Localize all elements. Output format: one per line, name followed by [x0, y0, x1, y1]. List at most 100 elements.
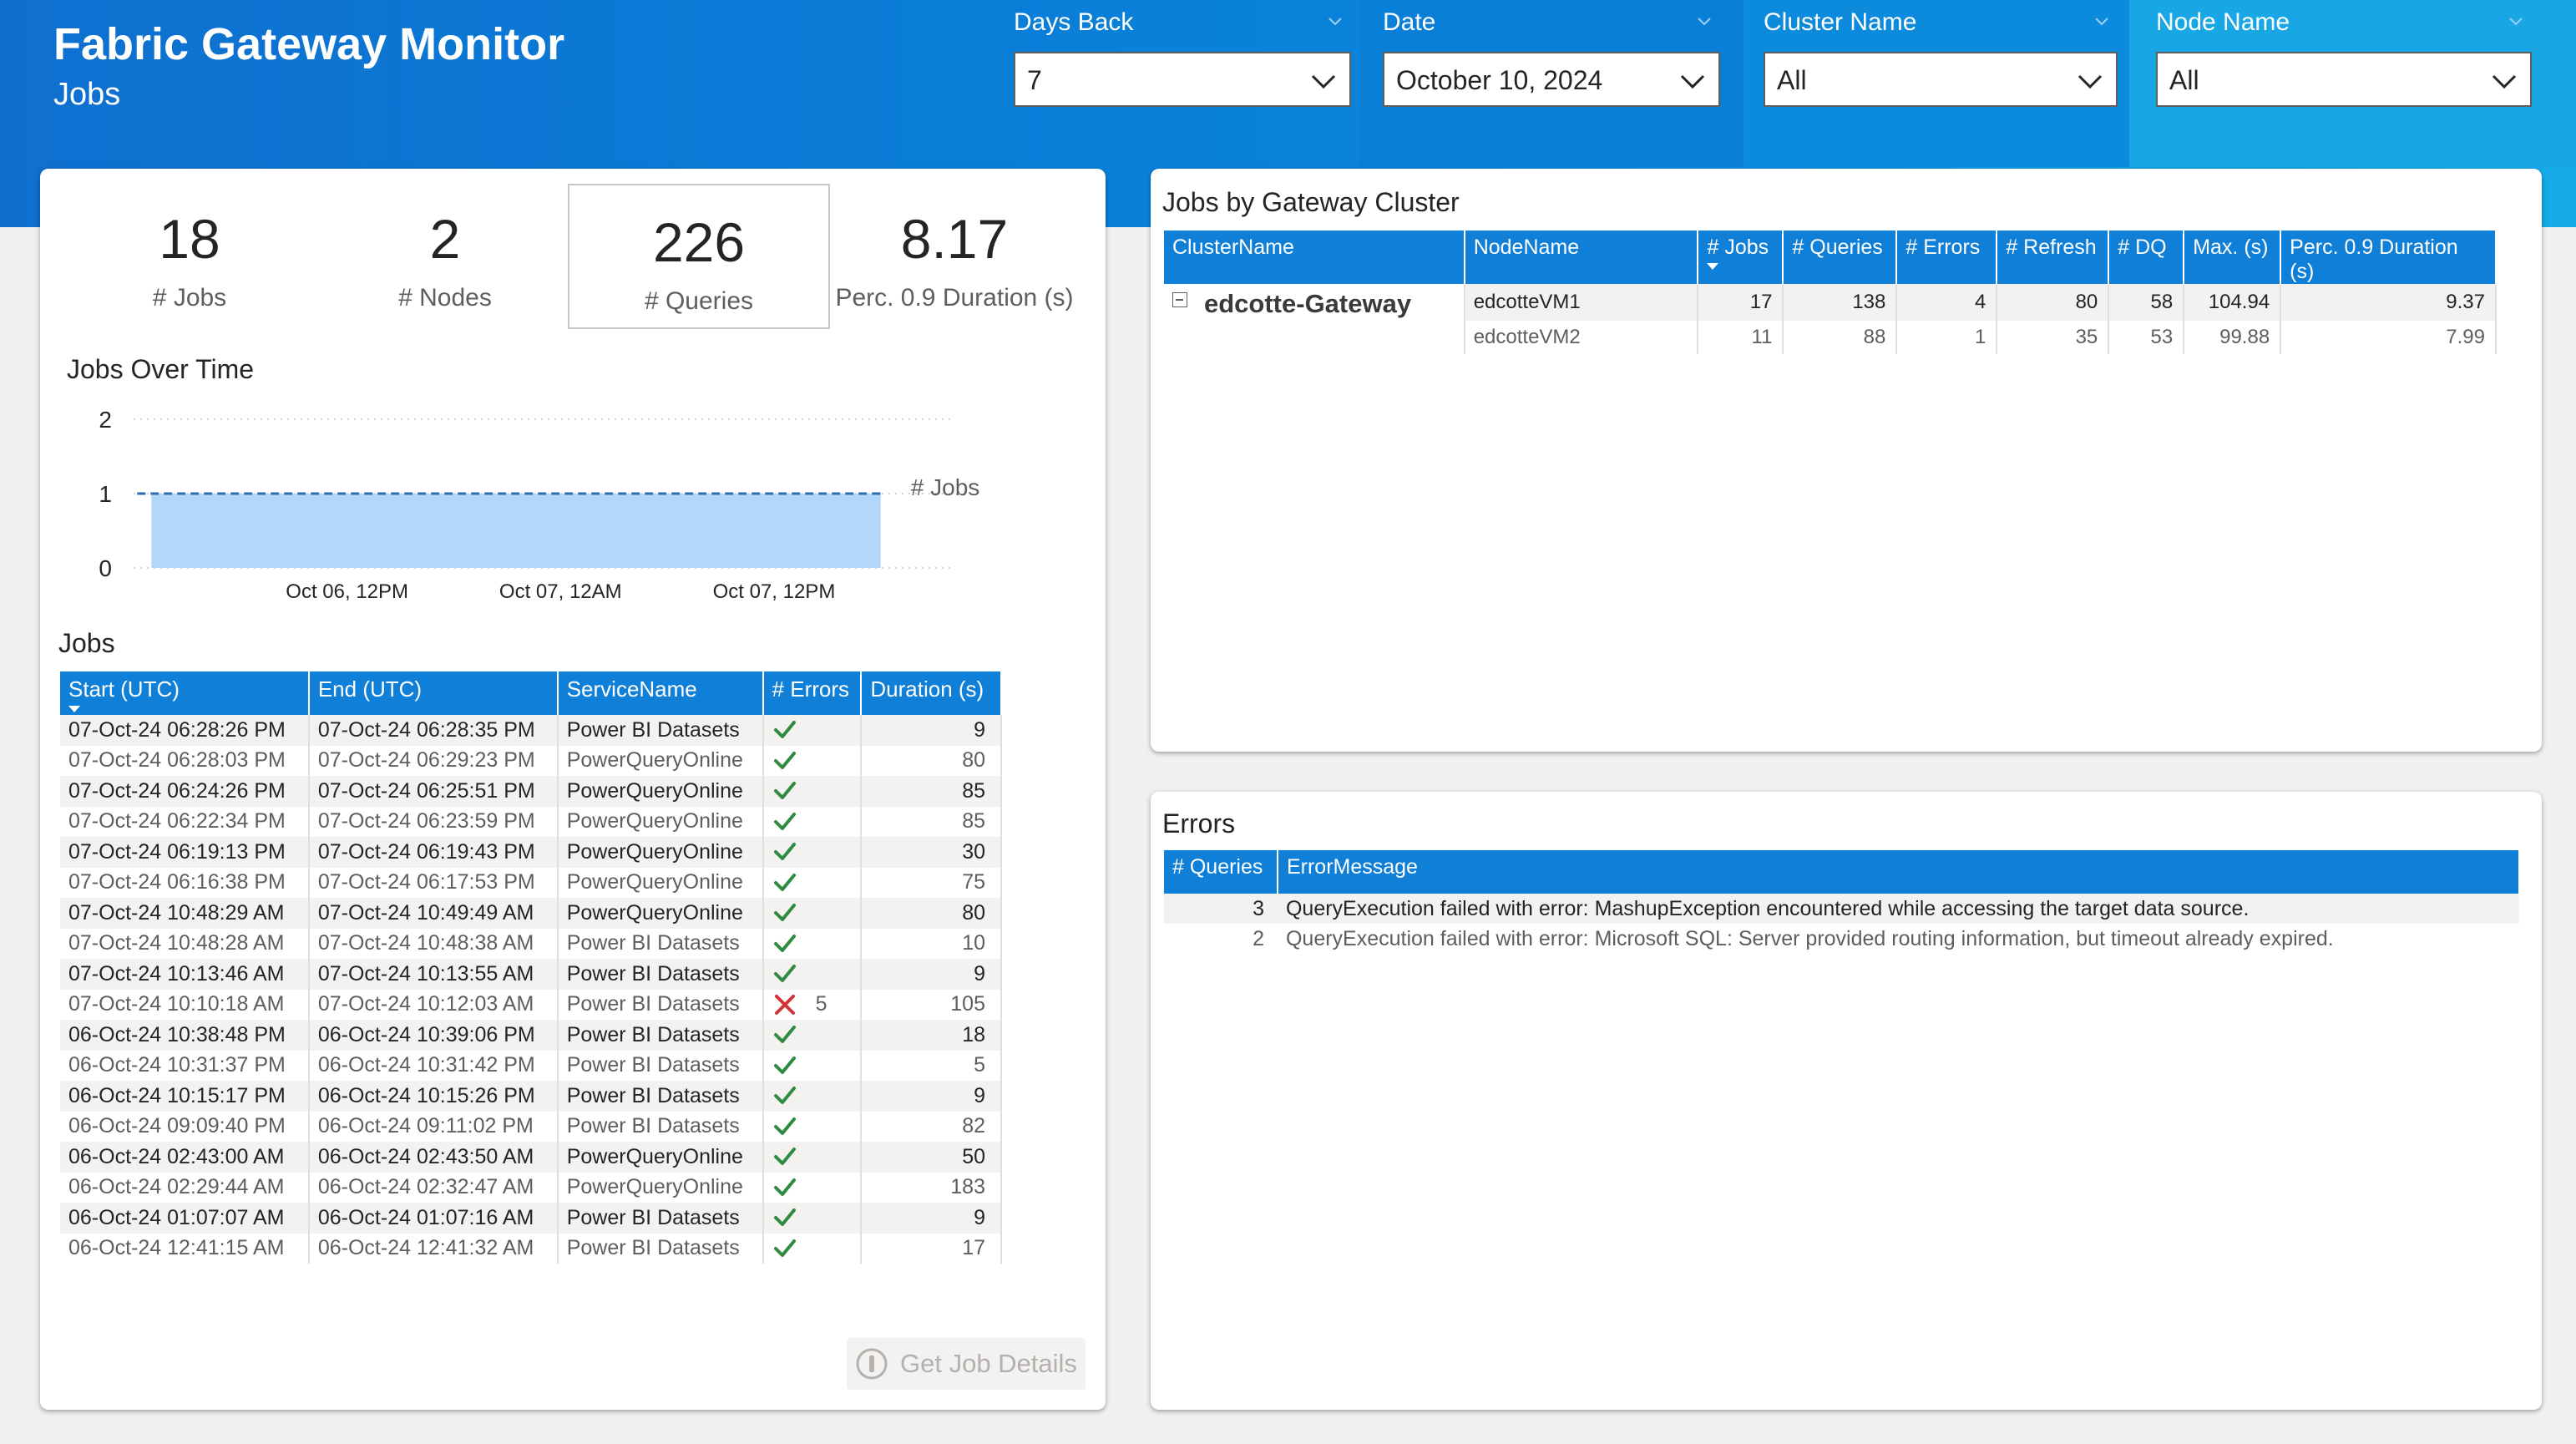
kpi-value: 2 — [429, 208, 461, 270]
kpi-queries[interactable]: 226 # Queries — [568, 184, 830, 329]
errors-cell — [762, 1172, 863, 1203]
errors-table: # Queries ErrorMessage 3 QueryExecution … — [1164, 850, 2521, 954]
error-x-icon — [774, 994, 795, 1015]
collapse-icon[interactable] — [1172, 292, 1187, 307]
info-icon — [856, 1348, 888, 1380]
checkmark-icon — [773, 751, 796, 769]
checkmark-icon — [773, 843, 796, 861]
col-errors[interactable]: # Errors — [762, 671, 863, 715]
table-row[interactable]: 07-Oct-24 10:10:18 AM 07-Oct-24 10:12:03 … — [60, 989, 1002, 1020]
errors-cell — [762, 1020, 863, 1051]
date-dropdown[interactable]: October 10, 2024 — [1383, 52, 1720, 107]
col-start[interactable]: Start (UTC) — [60, 671, 310, 715]
table-row[interactable]: 07-Oct-24 10:48:28 AM 07-Oct-24 10:48:38 … — [60, 928, 1002, 959]
errors-cell — [762, 806, 863, 837]
col-jobs[interactable]: # Jobs — [1698, 231, 1784, 284]
end-cell: 07-Oct-24 10:12:03 AM — [308, 989, 559, 1020]
col-queries[interactable]: # Queries — [1164, 850, 1278, 894]
start-cell: 06-Oct-24 01:07:07 AM — [60, 1203, 310, 1234]
duration-cell: 18 — [861, 1020, 1002, 1051]
cluster-name-dropdown[interactable]: All — [1764, 52, 2118, 107]
table-row[interactable]: 07-Oct-24 10:13:46 AM 07-Oct-24 10:13:55 … — [60, 959, 1002, 990]
table-row[interactable]: edcotte-Gateway edcotteVM1 17 138 4 80 5… — [1164, 284, 2497, 354]
start-cell: 06-Oct-24 10:38:48 PM — [60, 1020, 310, 1051]
errors-cell — [762, 776, 863, 807]
get-job-details-button[interactable]: Get Job Details — [847, 1338, 1086, 1390]
query-count: 2 — [1164, 924, 1278, 954]
errors-count: 1 — [1896, 321, 1998, 354]
col-error-message[interactable]: ErrorMessage — [1277, 850, 2521, 894]
col-service[interactable]: ServiceName — [557, 671, 764, 715]
table-row[interactable]: 07-Oct-24 06:22:34 PM 07-Oct-24 06:23:59 … — [60, 806, 1002, 837]
service-cell: Power BI Datasets — [557, 1233, 764, 1264]
collapse-icon[interactable] — [2507, 12, 2525, 30]
service-cell: Power BI Datasets — [557, 1020, 764, 1051]
table-row[interactable]: 06-Oct-24 12:41:15 AM 06-Oct-24 12:41:32 … — [60, 1233, 1002, 1264]
col-node-name[interactable]: NodeName — [1464, 231, 1699, 284]
kpi-perc-duration[interactable]: 8.17 Perc. 0.9 Duration (s) — [827, 182, 1082, 329]
col-cluster-name[interactable]: ClusterName — [1164, 231, 1465, 284]
checkmark-icon — [773, 1026, 796, 1044]
end-cell: 07-Oct-24 06:17:53 PM — [308, 867, 559, 898]
table-row[interactable]: 07-Oct-24 06:28:03 PM 07-Oct-24 06:29:23 … — [60, 745, 1002, 776]
start-cell: 07-Oct-24 06:28:26 PM — [60, 715, 310, 746]
table-row[interactable]: 06-Oct-24 10:15:17 PM 06-Oct-24 10:15:26 … — [60, 1081, 1002, 1112]
col-queries[interactable]: # Queries — [1783, 231, 1898, 284]
table-row[interactable]: 06-Oct-24 02:29:44 AM 06-Oct-24 02:32:47 … — [60, 1172, 1002, 1203]
errors-header-row: # Queries ErrorMessage — [1164, 850, 2521, 894]
series-label: # Jobs — [911, 474, 980, 500]
checkmark-icon — [773, 1117, 796, 1135]
checkmark-icon — [773, 1087, 796, 1105]
collapse-icon[interactable] — [1695, 12, 1713, 30]
col-label: # DQ — [2118, 236, 2167, 259]
col-errors[interactable]: # Errors — [1896, 231, 1998, 284]
kpi-jobs[interactable]: 18 # Jobs — [60, 182, 319, 329]
col-max[interactable]: Max. (s) — [2184, 231, 2282, 284]
end-cell: 07-Oct-24 06:28:35 PM — [308, 715, 559, 746]
end-cell: 06-Oct-24 02:32:47 AM — [308, 1172, 559, 1203]
node-name-dropdown[interactable]: All — [2156, 52, 2532, 107]
checkmark-icon — [773, 1056, 796, 1074]
col-perc[interactable]: Perc. 0.9 Duration (s) — [2280, 231, 2497, 284]
collapse-icon[interactable] — [2093, 12, 2111, 30]
end-cell: 07-Oct-24 06:19:43 PM — [308, 837, 559, 868]
kpi-nodes[interactable]: 2 # Nodes — [316, 182, 574, 329]
errors-cell — [762, 928, 863, 959]
service-cell: Power BI Datasets — [557, 1081, 764, 1112]
service-cell: PowerQueryOnline — [557, 837, 764, 868]
table-row[interactable]: 3 QueryExecution failed with error: Mash… — [1164, 894, 2519, 924]
date-slicer: Date October 10, 2024 — [1383, 0, 1720, 159]
duration-cell: 82 — [861, 1111, 1002, 1142]
table-row[interactable]: 07-Oct-24 06:24:26 PM 07-Oct-24 06:25:51 … — [60, 776, 1002, 807]
table-row[interactable]: 06-Oct-24 10:31:37 PM 06-Oct-24 10:31:42 … — [60, 1050, 1002, 1081]
table-row[interactable]: 07-Oct-24 06:19:13 PM 07-Oct-24 06:19:43 … — [60, 837, 1002, 868]
table-row[interactable]: 06-Oct-24 02:43:00 AM 06-Oct-24 02:43:50 … — [60, 1142, 1002, 1173]
table-row[interactable]: 07-Oct-24 06:16:38 PM 07-Oct-24 06:17:53 … — [60, 867, 1002, 898]
slicer-label: Cluster Name — [1764, 8, 1917, 36]
start-cell: 07-Oct-24 06:16:38 PM — [60, 867, 310, 898]
days-back-dropdown[interactable]: 7 — [1014, 52, 1351, 107]
start-cell: 06-Oct-24 10:15:17 PM — [60, 1081, 310, 1112]
table-row[interactable]: 06-Oct-24 09:09:40 PM 06-Oct-24 09:11:02 … — [60, 1111, 1002, 1142]
duration-cell: 9 — [861, 1203, 1002, 1234]
end-cell: 06-Oct-24 09:11:02 PM — [308, 1111, 559, 1142]
service-cell: PowerQueryOnline — [557, 776, 764, 807]
refresh-count: 35 — [1997, 321, 2110, 354]
table-row[interactable]: 07-Oct-24 10:48:29 AM 07-Oct-24 10:49:49 … — [60, 898, 1002, 929]
col-end[interactable]: End (UTC) — [308, 671, 559, 715]
header: Fabric Gateway Monitor Jobs — [0, 0, 1002, 167]
col-dq[interactable]: # DQ — [2108, 231, 2185, 284]
table-row[interactable]: 06-Oct-24 10:38:48 PM 06-Oct-24 10:39:06 … — [60, 1020, 1002, 1051]
service-cell: Power BI Datasets — [557, 1050, 764, 1081]
col-duration[interactable]: Duration (s) — [861, 671, 1002, 715]
table-row[interactable]: 2 QueryExecution failed with error: Micr… — [1164, 924, 2519, 954]
col-refresh[interactable]: # Refresh — [1997, 231, 2110, 284]
duration-cell: 30 — [861, 837, 1002, 868]
table-row[interactable]: 06-Oct-24 01:07:07 AM 06-Oct-24 01:07:16 … — [60, 1203, 1002, 1234]
jobs-count: 11 — [1698, 321, 1784, 354]
jobs-title: Jobs — [58, 628, 115, 658]
refresh-count: 80 — [1997, 284, 2110, 321]
start-cell: 06-Oct-24 09:09:40 PM — [60, 1111, 310, 1142]
collapse-icon[interactable] — [1326, 12, 1344, 30]
table-row[interactable]: 07-Oct-24 06:28:26 PM 07-Oct-24 06:28:35 … — [60, 715, 1002, 746]
